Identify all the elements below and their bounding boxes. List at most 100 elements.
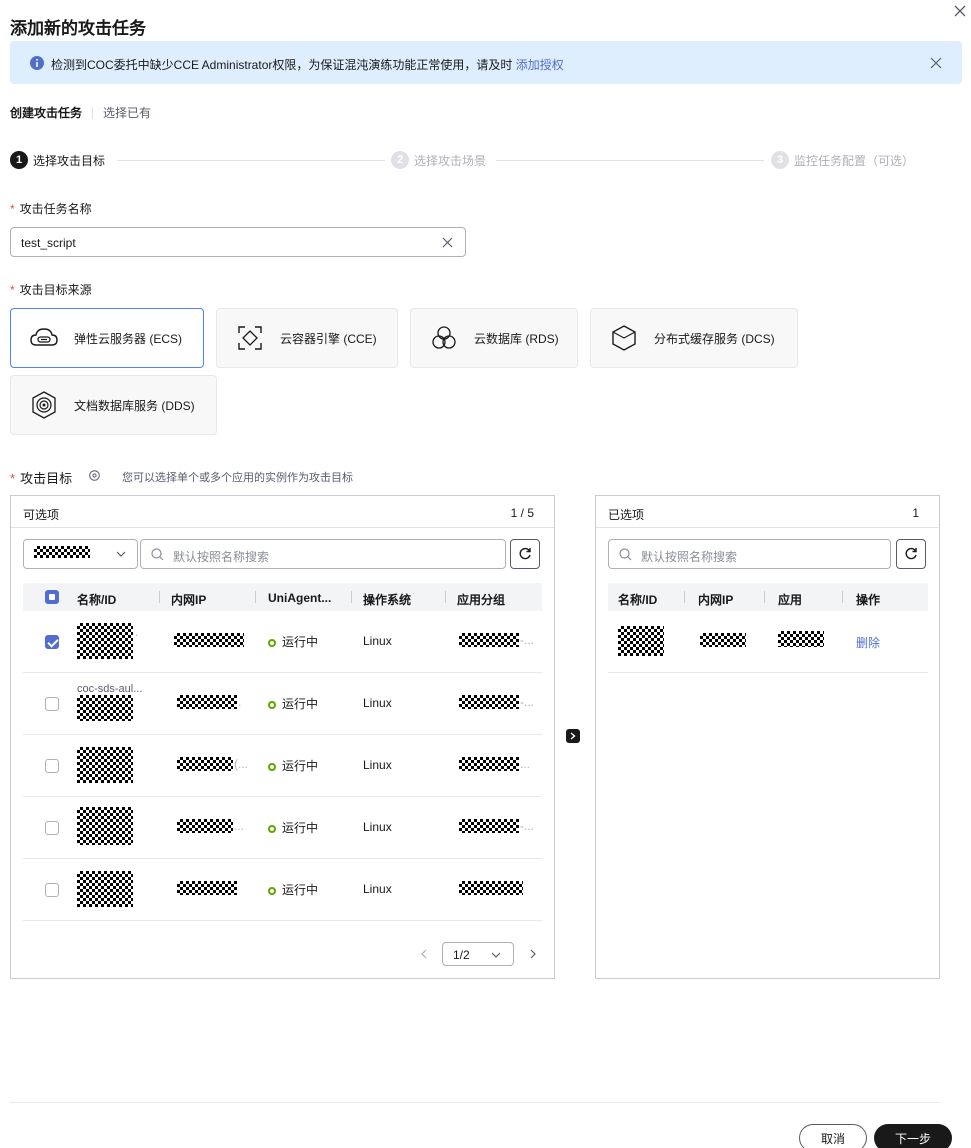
source-card-dcs[interactable]: 分布式缓存服务 (DCS) xyxy=(590,308,798,368)
tab-divider xyxy=(92,106,94,119)
selected-title: 已选项 xyxy=(608,508,645,522)
row-checkbox[interactable] xyxy=(45,821,59,835)
required-mark: * xyxy=(10,283,15,297)
search-placeholder: 默认按照名称搜索 xyxy=(641,550,738,564)
tab-create-task[interactable]: 创建攻击任务 xyxy=(10,104,82,121)
source-card-label: 分布式缓存服务 (DCS) xyxy=(654,331,775,346)
refresh-icon xyxy=(519,547,531,560)
source-card-ecs[interactable]: 弹性云服务器 (ECS) xyxy=(10,308,204,368)
search-placeholder: 默认按照名称搜索 xyxy=(173,550,270,564)
chevron-down-icon xyxy=(116,551,126,557)
refresh-button[interactable] xyxy=(896,539,926,569)
dialog-title: 添加新的攻击任务 xyxy=(10,19,146,38)
close-dialog-icon[interactable] xyxy=(953,4,967,18)
running-status-icon xyxy=(268,763,276,771)
row-status: 运行中 xyxy=(268,881,318,898)
mode-tabs: 创建攻击任务 选择已有 xyxy=(10,104,151,121)
page-select[interactable]: 1/2 xyxy=(442,942,514,966)
delete-link[interactable]: 删除 xyxy=(856,634,880,651)
info-icon xyxy=(30,56,44,70)
required-mark: * xyxy=(10,202,15,216)
selected-count: 1 xyxy=(912,506,919,520)
available-search-input[interactable]: 默认按照名称搜索 xyxy=(140,539,506,569)
row-os: Linux xyxy=(363,696,392,710)
cancel-button[interactable]: 取消 xyxy=(799,1124,867,1148)
redacted-name xyxy=(77,807,133,845)
source-card-label: 云容器引擎 (CCE) xyxy=(280,331,377,346)
redacted-group xyxy=(459,633,519,647)
step-2-number: 2 xyxy=(391,151,409,169)
table-row[interactable]: (... 运行中 Linux ... xyxy=(23,735,542,797)
task-name-label: * 攻击任务名称 xyxy=(10,202,92,216)
source-card-dds[interactable]: 文档数据库服务 (DDS) xyxy=(10,375,217,435)
task-name-value[interactable]: test_script xyxy=(21,236,76,250)
selected-search-input[interactable]: 默认按照名称搜索 xyxy=(608,539,891,569)
rds-icon xyxy=(432,326,456,349)
redacted-select-value xyxy=(34,546,90,558)
redacted-group xyxy=(459,695,519,709)
filter-select[interactable] xyxy=(23,539,138,569)
row-status: 运行中 xyxy=(268,819,318,836)
redacted-ip xyxy=(177,819,233,833)
available-table-header: 名称/ID 内网IP UniAgent... 操作系统 应用分组 xyxy=(23,583,542,611)
redacted-name xyxy=(77,623,133,659)
target-label: * 攻击目标 xyxy=(10,471,73,486)
available-panel: 可选项 1 / 5 默认按照名称搜索 名称/ID 内网IP UniAgent..… xyxy=(10,495,555,979)
step-1-label: 选择攻击目标 xyxy=(33,153,106,168)
transfer-right-button[interactable] xyxy=(566,729,580,743)
ecs-icon xyxy=(30,328,58,346)
col-name: 名称/ID xyxy=(77,593,117,607)
source-card-label: 文档数据库服务 (DDS) xyxy=(74,398,195,413)
selected-header: 已选项 1 xyxy=(596,496,939,528)
step-1-number: 1 xyxy=(10,151,28,169)
row-name-visible: coc-sds-aul... xyxy=(77,683,143,695)
next-page-icon[interactable] xyxy=(529,949,537,959)
clear-icon[interactable] xyxy=(442,237,453,248)
selected-table-header: 名称/ID 内网IP 应用 操作 xyxy=(608,583,928,611)
table-row: 删除 xyxy=(608,611,928,673)
source-card-label: 弹性云服务器 (ECS) xyxy=(74,331,183,346)
redacted-group xyxy=(459,757,519,771)
row-checkbox[interactable] xyxy=(45,759,59,773)
redacted-group xyxy=(459,881,523,895)
source-card-cce[interactable]: 云容器引擎 (CCE) xyxy=(216,308,398,368)
refresh-button[interactable] xyxy=(510,539,540,569)
col-name: 名称/ID xyxy=(618,593,658,607)
row-status: 运行中 xyxy=(268,695,318,712)
row-checkbox[interactable] xyxy=(45,697,59,711)
source-label: * 攻击目标来源 xyxy=(10,283,92,297)
col-app-group: 应用分组 xyxy=(457,593,506,607)
tab-select-existing[interactable]: 选择已有 xyxy=(103,104,151,121)
running-status-icon xyxy=(268,639,276,647)
redacted-ip xyxy=(700,633,746,647)
select-all-checkbox[interactable] xyxy=(45,590,59,604)
available-header: 可选项 1 / 5 xyxy=(11,496,554,528)
redacted-ip xyxy=(177,881,237,895)
row-status: 运行中 xyxy=(268,633,318,650)
close-alert-icon[interactable] xyxy=(930,57,942,69)
table-row[interactable]: ... 运行中 Linux -... xyxy=(23,797,542,859)
add-authorization-link[interactable]: 添加授权 xyxy=(516,58,564,72)
table-row[interactable]: . 运行中 Linux -... xyxy=(23,611,542,673)
col-os: 操作系统 xyxy=(363,593,412,607)
chevron-down-icon xyxy=(491,952,501,958)
row-checkbox[interactable] xyxy=(45,635,59,649)
refresh-icon xyxy=(905,547,917,560)
prev-page-icon[interactable] xyxy=(420,949,428,959)
row-checkbox[interactable] xyxy=(45,883,59,897)
col-action: 操作 xyxy=(856,593,881,607)
next-button[interactable]: 下一步 xyxy=(874,1124,952,1148)
row-os: Linux xyxy=(363,758,392,772)
table-row[interactable]: coc-sds-aul... . 运行中 Linux -... xyxy=(23,673,542,735)
table-row[interactable]: 运行中 Linux xyxy=(23,859,542,921)
help-icon[interactable] xyxy=(89,470,100,481)
step-connector xyxy=(496,160,764,161)
row-status: 运行中 xyxy=(268,757,318,774)
task-name-input[interactable]: test_script xyxy=(10,227,466,257)
redacted-group xyxy=(459,819,519,833)
col-ip: 内网IP xyxy=(171,593,207,607)
available-count: 1 / 5 xyxy=(510,506,534,520)
col-app: 应用 xyxy=(778,593,803,607)
source-card-rds[interactable]: 云数据库 (RDS) xyxy=(410,308,578,368)
source-card-label: 云数据库 (RDS) xyxy=(474,331,559,346)
